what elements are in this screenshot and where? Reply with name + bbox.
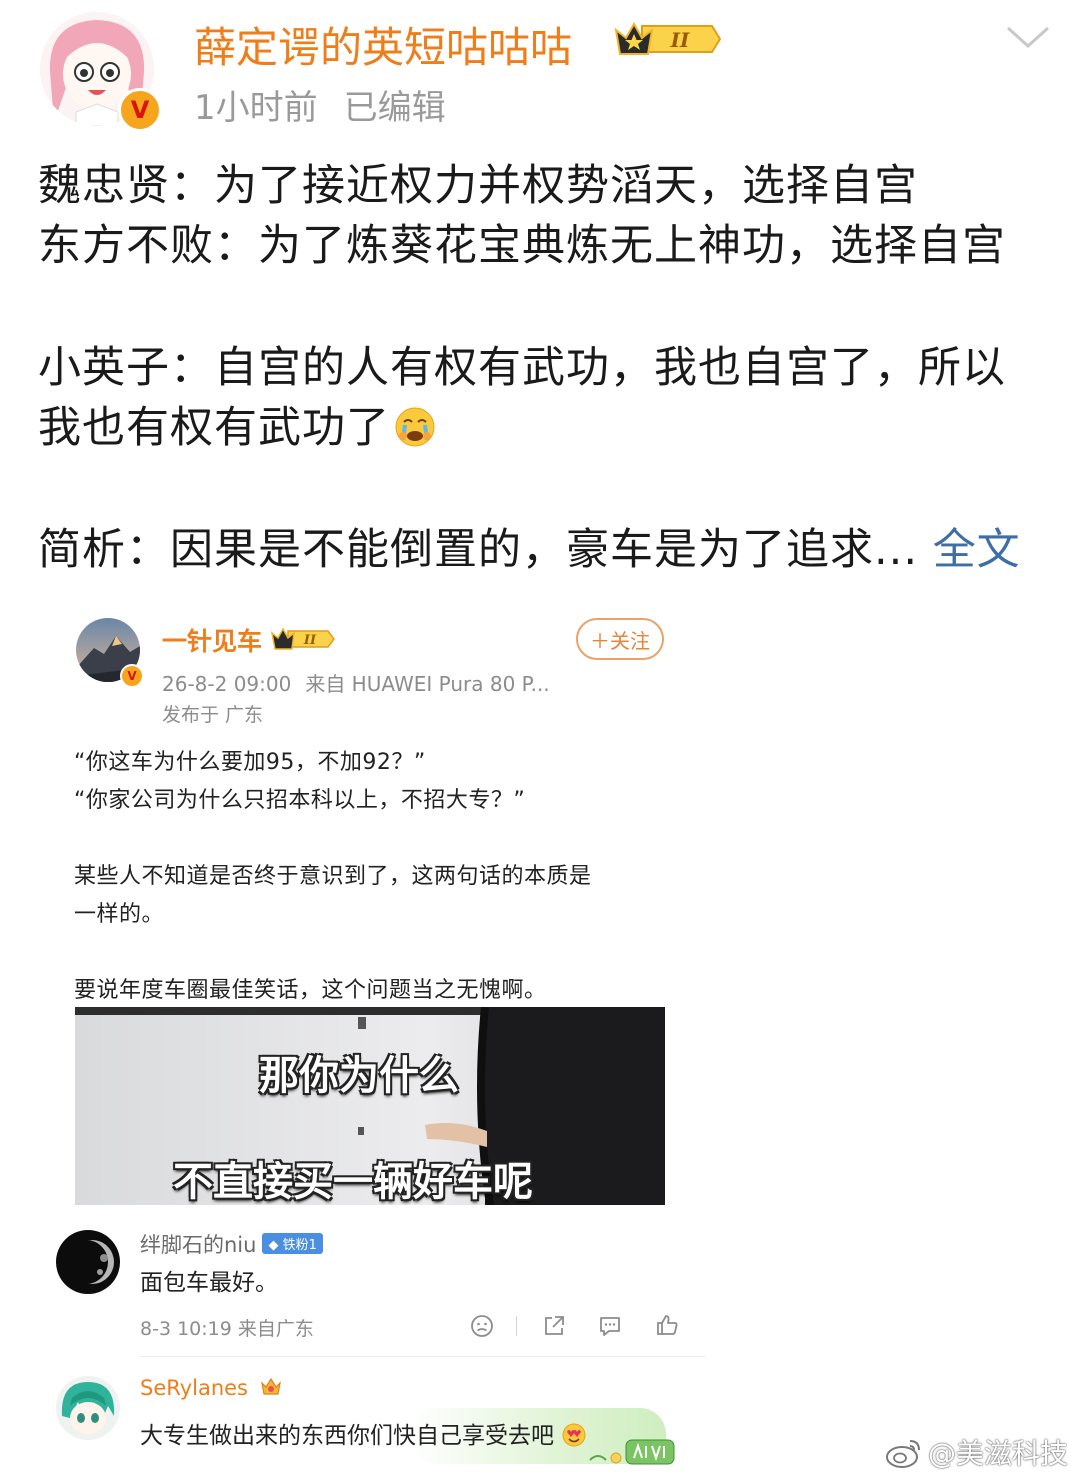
- full-text-link[interactable]: 全文: [933, 525, 1021, 575]
- embedded-author-name[interactable]: 一针见车: [162, 622, 262, 658]
- embedded-body-line-1: “你这车为什么要加95，不加92？”: [74, 750, 426, 775]
- vip-crown-icon: [260, 1377, 281, 1395]
- heart-eyes-emoji-icon: [562, 1423, 586, 1447]
- comment-avatar[interactable]: [56, 1376, 120, 1440]
- embedded-source: 来自 HUAWEI Pura 80 P...: [305, 672, 550, 696]
- crown-icon: II: [614, 21, 722, 55]
- action-divider: [516, 1316, 517, 1336]
- meme-caption-bottom: 不直接买一辆好车呢: [173, 1158, 533, 1205]
- member-crown-badge[interactable]: II: [612, 18, 722, 60]
- edited-label[interactable]: 已编辑: [344, 88, 446, 128]
- post-summary-text: 简析：因果是不能倒置的，豪车是为了追求...: [38, 525, 919, 575]
- meme-caption-top: 那你为什么: [259, 1052, 459, 1099]
- embedded-meta: 26-8-2 09:00 来自 HUAWEI Pura 80 P...: [162, 668, 550, 697]
- embedded-member-badge: II: [270, 626, 336, 652]
- embedded-date: 26-8-2 09:00: [162, 672, 292, 696]
- like-thumb-icon[interactable]: [654, 1312, 680, 1338]
- embedded-body-line-5: 要说年度车圈最佳笑话，这个问题当之无愧啊。: [74, 978, 547, 1003]
- sticker-decoration-icon: [589, 1439, 675, 1465]
- embedded-verified-v-icon: V: [120, 664, 144, 688]
- fan-level-badge: ◆ 铁粉1: [262, 1233, 323, 1254]
- crying-emoji-icon: [395, 407, 435, 447]
- svg-text:II: II: [670, 28, 690, 52]
- dislike-face-icon[interactable]: [469, 1313, 495, 1339]
- comment-text: 面包车最好。: [140, 1270, 278, 1296]
- comment-text-content: 大专生做出来的东西你们快自己享受去吧: [140, 1423, 554, 1449]
- comment-author-name[interactable]: SeRylanes: [140, 1376, 248, 1400]
- post-line-4-text: 我也有权有武功了: [38, 403, 390, 453]
- embedded-crown-icon: II: [270, 627, 335, 650]
- anime-boy-avatar-image: [56, 1376, 120, 1440]
- comment-author-name[interactable]: 绊脚石的niu: [140, 1233, 256, 1257]
- chevron-down-icon[interactable]: [1004, 22, 1052, 52]
- embedded-body-line-3: 某些人不知道是否终于意识到了，这两句话的本质是: [74, 864, 592, 889]
- share-icon[interactable]: [541, 1313, 567, 1339]
- post-time: 1小时前: [194, 88, 318, 128]
- watermark-text: @美滋科技: [928, 1437, 1069, 1470]
- weibo-logo-icon: [886, 1440, 920, 1468]
- post-line-4: 我也有权有武功了: [38, 398, 436, 458]
- comment-author[interactable]: SeRylanes: [140, 1375, 283, 1400]
- post-meta: 1小时前 已编辑: [194, 80, 446, 129]
- moon-avatar-image: [56, 1230, 120, 1294]
- post-line-5: 简析：因果是不能倒置的，豪车是为了追求... 全文: [38, 520, 1021, 580]
- embedded-body-line-2: “你家公司为什么只招本科以上，不招大专？”: [74, 788, 526, 813]
- comment-time: 8-3 10:19 来自广东: [140, 1318, 314, 1340]
- meme-image[interactable]: 那你为什么 不直接买一辆好车呢: [75, 1007, 665, 1205]
- comment-text: 大专生做出来的东西你们快自己享受去吧: [140, 1416, 587, 1450]
- author-name[interactable]: 薛定谔的英短咕咕咕: [194, 14, 572, 75]
- svg-text:II: II: [303, 633, 317, 648]
- embedded-body-line-4: 一样的。: [74, 902, 165, 927]
- post-line-1: 魏忠贤：为了接近权力并权势滔天，选择自宫: [38, 161, 918, 211]
- comment-avatar[interactable]: [56, 1230, 120, 1294]
- post-line-3: 小英子：自宫的人有权有武功，我也自宫了，所以: [38, 343, 1006, 393]
- comment-author[interactable]: 绊脚石的niu ◆ 铁粉1: [140, 1229, 323, 1259]
- verified-v-icon: V: [118, 88, 162, 132]
- embedded-location: 发布于 广东: [162, 704, 264, 726]
- comment-icon[interactable]: [597, 1313, 623, 1339]
- post-line-2: 东方不败：为了炼葵花宝典炼无上神功，选择自宫: [38, 221, 1006, 271]
- follow-button[interactable]: ＋关注: [576, 618, 664, 660]
- comment-separator: [140, 1356, 706, 1357]
